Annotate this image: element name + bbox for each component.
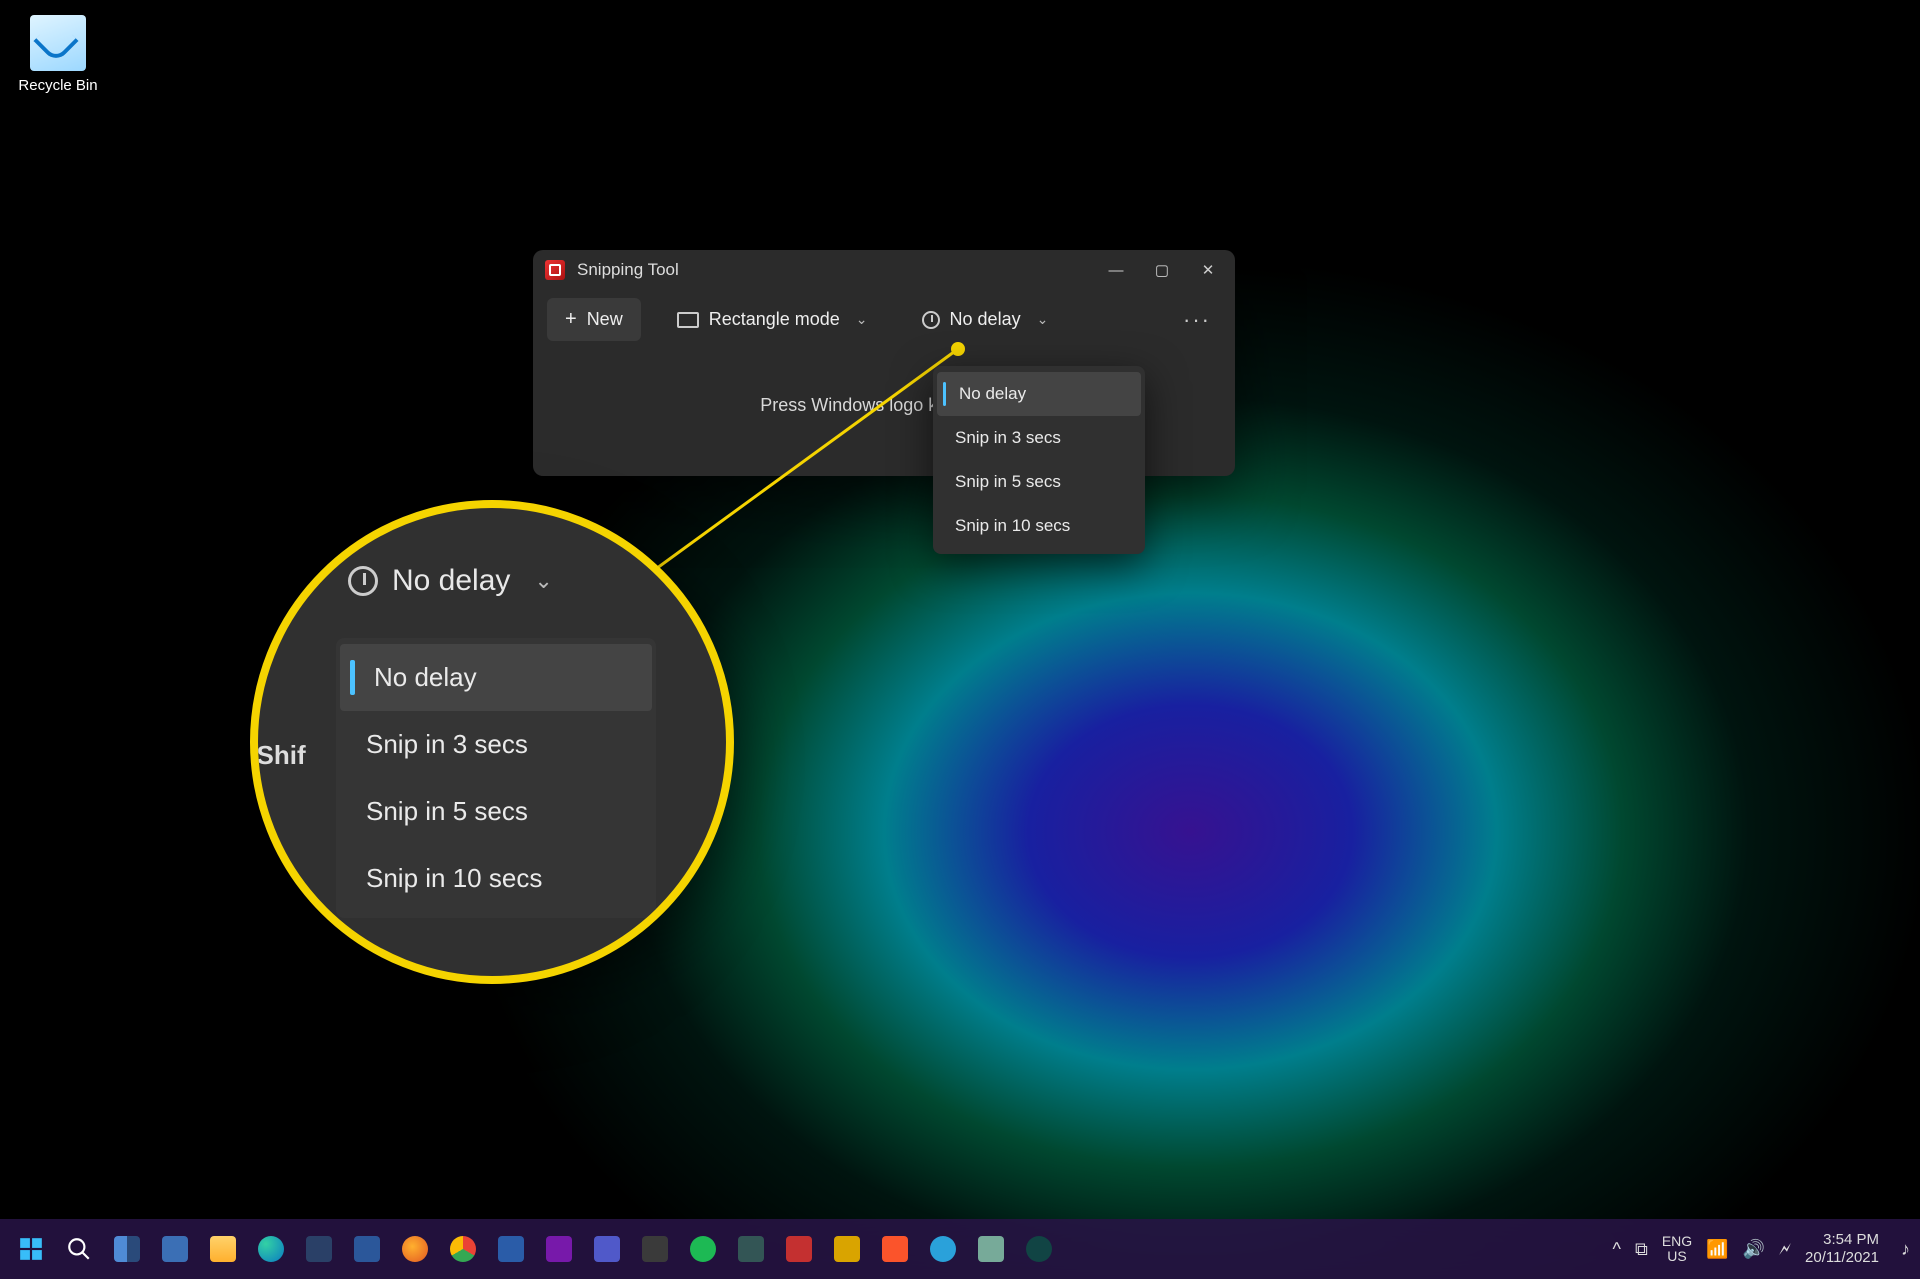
tray-dropbox-icon[interactable]: ⧉ [1635,1239,1648,1260]
chevron-down-icon: ⌄ [856,311,868,328]
taskbar-app-brave[interactable] [874,1228,916,1270]
new-button-label: New [587,309,623,330]
more-options-button[interactable]: ··· [1173,301,1221,339]
taskbar: ^ ⧉ ENG US 📶 🔊 🗲 3:54 PM 20/11/2021 ♪ [0,1219,1920,1279]
delay-dropdown[interactable]: No delay ⌄ [904,299,1067,340]
taskbar-app-edge[interactable] [250,1228,292,1270]
snipping-tool-app-icon [545,260,565,280]
delay-option-3s[interactable]: Snip in 3 secs [937,416,1141,460]
magnified-hint-fragment: ey + Shif [250,740,306,771]
taskbar-app-teams[interactable] [586,1228,628,1270]
taskbar-app-generic-4[interactable] [970,1228,1012,1270]
clock-icon [922,311,940,329]
snip-mode-label: Rectangle mode [709,309,840,330]
tray-chevron-icon[interactable]: ^ [1613,1239,1621,1260]
system-tray: ^ ⧉ ENG US 📶 🔊 🗲 3:54 PM 20/11/2021 ♪ [1613,1231,1910,1267]
notifications-icon[interactable]: ♪ [1901,1239,1910,1260]
plus-icon: + [565,308,577,331]
taskbar-app-firefox[interactable] [394,1228,436,1270]
date-text: 20/11/2021 [1805,1249,1879,1267]
start-button[interactable] [10,1228,52,1270]
lang-bottom: US [1667,1249,1686,1264]
chevron-down-icon: ⌄ [1037,311,1049,328]
titlebar[interactable]: Snipping Tool ― ▢ ✕ [533,250,1235,290]
language-indicator[interactable]: ENG US [1662,1234,1692,1265]
taskbar-app-generic-1[interactable] [634,1228,676,1270]
taskbar-app-settings[interactable] [298,1228,340,1270]
magnified-option-10s[interactable]: Snip in 10 secs [340,845,652,912]
maximize-button[interactable]: ▢ [1153,261,1171,279]
recycle-bin-icon [30,15,86,71]
battery-icon[interactable]: 🗲 [1779,1239,1791,1260]
taskbar-app-store[interactable] [490,1228,532,1270]
taskbar-app-telegram[interactable] [922,1228,964,1270]
magnified-delay-menu: No delay Snip in 3 secs Snip in 5 secs S… [336,638,656,918]
taskbar-app-word[interactable] [346,1228,388,1270]
magnified-option-3s[interactable]: Snip in 3 secs [340,711,652,778]
delay-option-no-delay[interactable]: No delay [937,372,1141,416]
close-button[interactable]: ✕ [1199,261,1217,279]
delay-label: No delay [950,309,1021,330]
magnified-option-5s[interactable]: Snip in 5 secs [340,778,652,845]
delay-option-10s[interactable]: Snip in 10 secs [937,504,1141,548]
rectangle-icon [677,312,699,328]
toolbar: + New Rectangle mode ⌄ No delay ⌄ ··· [533,290,1235,349]
clock-date[interactable]: 3:54 PM 20/11/2021 [1805,1231,1879,1267]
taskbar-app-groove[interactable] [1018,1228,1060,1270]
lang-top: ENG [1662,1234,1692,1249]
magnifier-callout: No delay ⌄ No delay Snip in 3 secs Snip … [250,500,734,984]
time-text: 3:54 PM [1823,1231,1879,1249]
search-button[interactable] [58,1228,100,1270]
task-view-button[interactable] [106,1228,148,1270]
delay-dropdown-menu: No delay Snip in 3 secs Snip in 5 secs S… [933,366,1145,554]
wifi-icon[interactable]: 📶 [1706,1239,1728,1260]
taskbar-app-widgets[interactable] [154,1228,196,1270]
snipping-tool-window: Snipping Tool ― ▢ ✕ + New Rectangle mode… [533,250,1235,476]
taskbar-app-generic-2[interactable] [730,1228,772,1270]
delay-option-5s[interactable]: Snip in 5 secs [937,460,1141,504]
taskbar-app-spotify[interactable] [682,1228,724,1270]
taskbar-app-generic-3[interactable] [826,1228,868,1270]
window-title: Snipping Tool [577,260,1107,280]
minimize-button[interactable]: ― [1107,261,1125,279]
desktop-icon-recycle-bin[interactable]: Recycle Bin [18,15,98,94]
taskbar-app-chrome[interactable] [442,1228,484,1270]
taskbar-app-explorer[interactable] [202,1228,244,1270]
volume-icon[interactable]: 🔊 [1743,1239,1765,1260]
magnified-delay-dropdown[interactable]: No delay ⌄ [348,564,553,598]
magnified-delay-label: No delay [392,564,510,598]
new-button[interactable]: + New [547,298,641,341]
magnified-option-no-delay[interactable]: No delay [340,644,652,711]
taskbar-app-onenote[interactable] [538,1228,580,1270]
taskbar-app-snip[interactable] [778,1228,820,1270]
snip-mode-dropdown[interactable]: Rectangle mode ⌄ [659,299,886,340]
clock-icon [348,566,378,596]
chevron-down-icon: ⌄ [534,568,552,594]
recycle-bin-label: Recycle Bin [18,77,98,94]
